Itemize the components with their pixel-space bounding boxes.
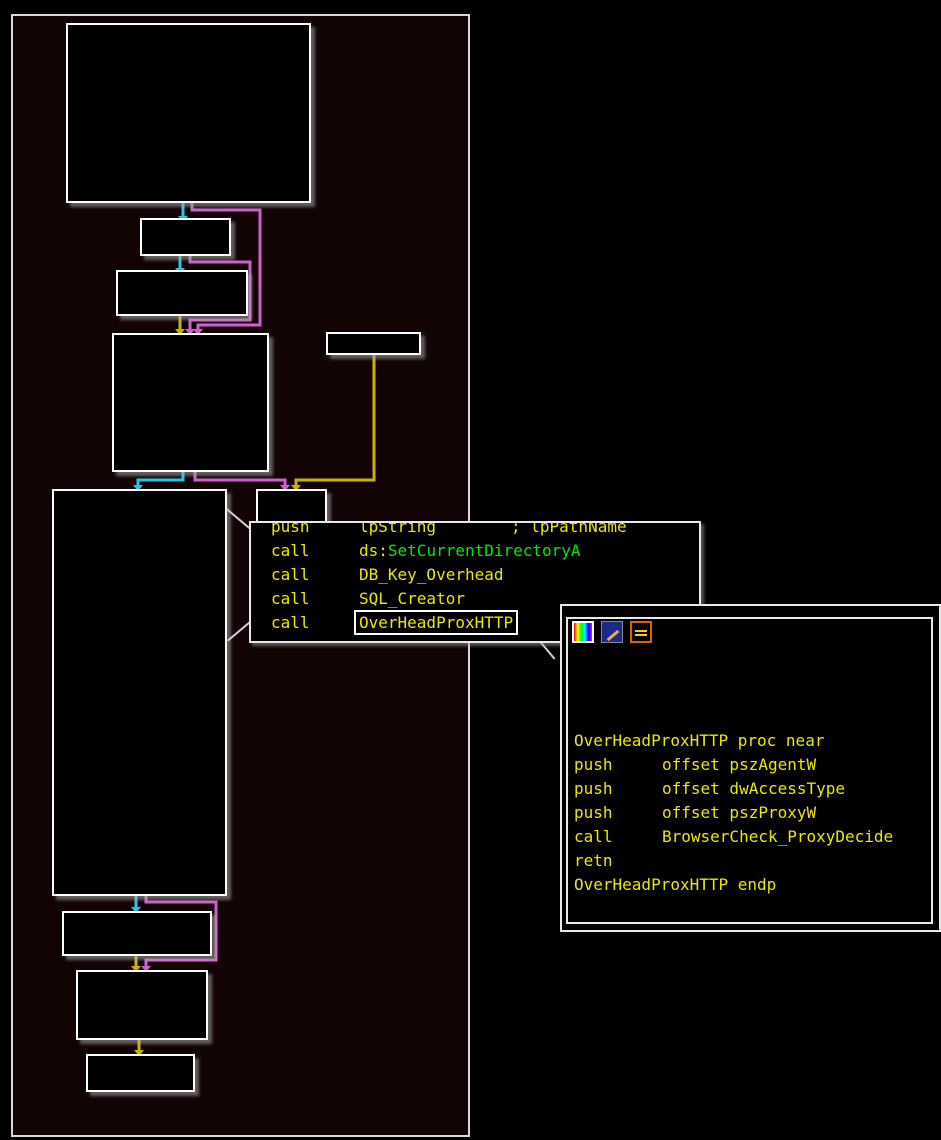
mnemonic: call: [271, 613, 310, 632]
graph-block[interactable]: [256, 489, 327, 523]
code-line[interactable]: OverHeadProxHTTP endp: [574, 873, 893, 897]
code-line[interactable]: retn: [574, 849, 893, 873]
mnemonic: push: [574, 803, 613, 822]
disassembler-graph-view[interactable]: push lpString; lpPathName call ds:SetCurre…: [0, 0, 941, 1140]
mnemonic: push: [574, 755, 613, 774]
graph-block[interactable]: [86, 1054, 195, 1092]
palette-icon[interactable]: [572, 621, 594, 643]
function-name[interactable]: SQL_Creator: [359, 589, 465, 608]
brush-icon[interactable]: [601, 621, 623, 643]
graph-block[interactable]: [66, 23, 311, 203]
code-line[interactable]: call BrowserCheck_ProxyDecide: [574, 825, 893, 849]
proc-footer: OverHeadProxHTTP endp: [574, 875, 777, 894]
mnemonic: push: [271, 521, 310, 536]
operand[interactable]: BrowserCheck_ProxyDecide: [662, 827, 893, 846]
code-line[interactable]: call ds:SetCurrentDirectoryA: [271, 539, 627, 563]
mnemonic: call: [271, 565, 310, 584]
graph-block[interactable]: [52, 489, 227, 896]
tooltip-toolbar: [572, 621, 652, 647]
code-line[interactable]: push lpString; lpPathName: [271, 521, 627, 539]
code-line[interactable]: push offset pszAgentW: [574, 753, 893, 777]
graph-block[interactable]: [62, 911, 212, 956]
code-line[interactable]: push offset pszProxyW: [574, 801, 893, 825]
highlighted-function-name[interactable]: OverHeadProxHTTP: [353, 610, 519, 635]
operand-prefix: ds:: [359, 541, 388, 560]
terminal-icon[interactable]: [630, 621, 652, 643]
code-line[interactable]: OverHeadProxHTTP proc near: [574, 729, 893, 753]
code-line[interactable]: push offset dwAccessType: [574, 777, 893, 801]
code-line[interactable]: call DB_Key_Overhead: [271, 563, 627, 587]
api-name[interactable]: SetCurrentDirectoryA: [388, 541, 581, 560]
mnemonic: call: [271, 589, 310, 608]
function-preview-tooltip[interactable]: OverHeadProxHTTP proc near push offset ps…: [560, 604, 941, 932]
operand[interactable]: offset pszProxyW: [662, 803, 816, 822]
graph-block[interactable]: [76, 970, 208, 1040]
mnemonic: call: [574, 827, 613, 846]
mnemonic: retn: [574, 851, 613, 870]
function-name[interactable]: DB_Key_Overhead: [359, 565, 504, 584]
graph-block[interactable]: [116, 270, 248, 316]
mnemonic: call: [271, 541, 310, 560]
proc-header: OverHeadProxHTTP proc near: [574, 731, 825, 750]
graph-block[interactable]: [326, 332, 421, 355]
operand[interactable]: offset pszAgentW: [662, 755, 816, 774]
tooltip-body: OverHeadProxHTTP proc near push offset ps…: [566, 617, 933, 924]
graph-block[interactable]: [112, 333, 269, 472]
operand[interactable]: offset dwAccessType: [662, 779, 845, 798]
comment: ; lpPathName: [511, 521, 627, 536]
tooltip-code-listing: OverHeadProxHTTP proc near push offset ps…: [574, 729, 893, 897]
operand[interactable]: lpString: [359, 523, 511, 539]
graph-block[interactable]: [140, 218, 231, 256]
mnemonic: push: [574, 779, 613, 798]
